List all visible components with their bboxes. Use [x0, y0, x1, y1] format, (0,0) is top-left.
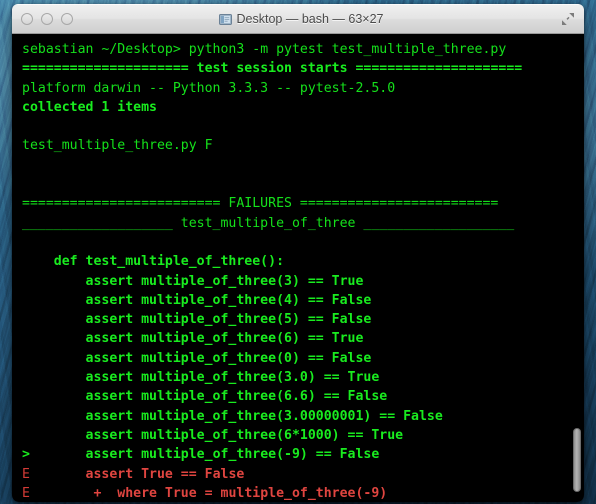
terminal-window[interactable]: Desktop — bash — 63×27 sebastian ~/Deskt… [12, 4, 584, 502]
text-segment: + where True = multiple_of_three(-9) [29, 485, 388, 501]
source-assert-line-1: assert multiple_of_three(3) == True [22, 272, 584, 291]
minimize-button[interactable] [41, 13, 53, 25]
text-segment: E [22, 466, 30, 482]
folder-icon [218, 13, 232, 25]
text-segment: assert multiple_of_three(3) == True [22, 273, 364, 289]
fullscreen-icon[interactable] [561, 12, 575, 26]
platform-line: platform darwin -- Python 3.3.3 -- pytes… [22, 79, 584, 98]
window-title-text: Desktop — bash — 63×27 [236, 12, 384, 26]
zoom-button[interactable] [61, 13, 73, 25]
text-segment: > [22, 447, 30, 463]
prompt-command-line: sebastian ~/Desktop> python3 -m pytest t… [22, 40, 584, 59]
text-segment: assert multiple_of_three(-9) == False [29, 447, 380, 463]
window-control-buttons [21, 5, 73, 33]
source-assert-line-9: assert multiple_of_three(6*1000) == True [22, 426, 584, 445]
source-assert-line-8: assert multiple_of_three(3.00000001) == … [22, 407, 584, 426]
text-segment: ===================== [355, 61, 523, 77]
text-segment: ___________________ test_multiple_of_thr… [22, 215, 515, 231]
text-segment: assert multiple_of_three(0) == False [22, 350, 372, 366]
terminal-output: sebastian ~/Desktop> python3 -m pytest t… [22, 40, 584, 502]
text-segment: def test_multiple_of_three(): [22, 254, 285, 270]
test-progress-line: test_multiple_three.py F [22, 136, 584, 155]
session-header-line: ===================== test session start… [22, 59, 584, 78]
scrollbar-thumb[interactable] [573, 428, 581, 492]
text-segment: assert multiple_of_three(4) == False [22, 292, 372, 308]
text-segment: ========================= FAILURES =====… [22, 196, 499, 212]
failing-assert-line: > assert multiple_of_three(-9) == False [22, 445, 584, 464]
collected-line: collected 1 items [22, 98, 584, 117]
source-assert-line-3: assert multiple_of_three(5) == False [22, 310, 584, 329]
text-segment: assert multiple_of_three(5) == False [22, 312, 372, 328]
terminal-content-area[interactable]: sebastian ~/Desktop> python3 -m pytest t… [12, 34, 584, 502]
text-segment: assert multiple_of_three(6.6) == False [22, 389, 388, 405]
text-segment: test session starts [196, 61, 356, 77]
text-segment: platform darwin -- Python 3.3.3 -- pytes… [22, 80, 396, 96]
text-segment: assert multiple_of_three(6) == True [22, 331, 364, 347]
text-segment: assert True == False [29, 466, 245, 482]
error-where-line: E + where True = multiple_of_three(-9) [22, 484, 584, 502]
window-title-bar[interactable]: Desktop — bash — 63×27 [12, 4, 584, 34]
text-segment: sebastian ~/Desktop> [22, 42, 189, 57]
source-assert-line-7: assert multiple_of_three(6.6) == False [22, 387, 584, 406]
text-segment: E [22, 485, 30, 501]
source-assert-line-4: assert multiple_of_three(6) == True [22, 329, 584, 348]
source-assert-line-5: assert multiple_of_three(0) == False [22, 349, 584, 368]
failed-test-name-line: ___________________ test_multiple_of_thr… [22, 214, 584, 233]
text-segment: python3 -m pytest test_multiple_three.py [188, 42, 507, 57]
window-title-group: Desktop — bash — 63×27 [213, 12, 384, 26]
terminal-scrollbar[interactable] [572, 40, 581, 498]
source-assert-line-6: assert multiple_of_three(3.0) == True [22, 368, 584, 387]
text-segment: assert multiple_of_three(3.00000001) == … [22, 408, 443, 424]
text-segment: collected 1 items [22, 99, 157, 115]
source-def-line: def test_multiple_of_three(): [22, 252, 584, 271]
close-button[interactable] [21, 13, 33, 25]
text-segment: ===================== [22, 61, 197, 77]
error-assert-line: E assert True == False [22, 465, 584, 484]
failures-header-line: ========================= FAILURES =====… [22, 194, 584, 213]
text-segment: assert multiple_of_three(6*1000) == True [22, 427, 404, 443]
text-segment: test_multiple_three.py F [22, 138, 213, 154]
text-segment: assert multiple_of_three(3.0) == True [22, 370, 380, 386]
source-assert-line-2: assert multiple_of_three(4) == False [22, 291, 584, 310]
